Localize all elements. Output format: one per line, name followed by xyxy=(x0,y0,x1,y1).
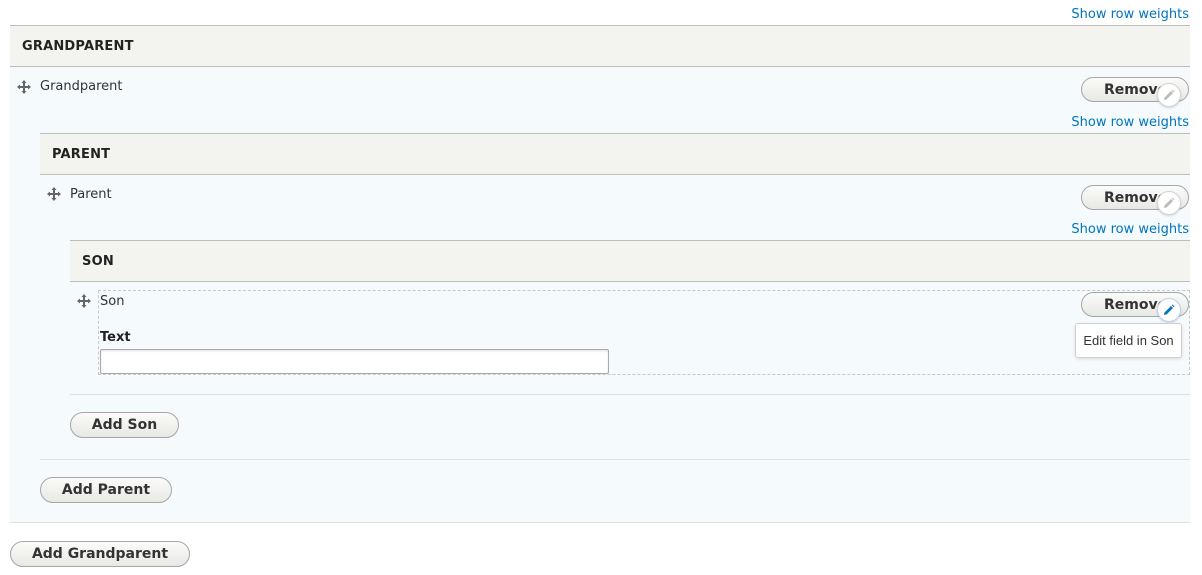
son-divider xyxy=(70,394,1190,395)
pencil-icon[interactable] xyxy=(1157,83,1181,107)
parent-divider xyxy=(40,459,1190,460)
parent-item-label: Parent xyxy=(70,187,112,202)
son-table-header: SON xyxy=(70,240,1190,282)
son-item-label: Son xyxy=(100,294,125,309)
drag-handle-icon[interactable] xyxy=(77,294,91,308)
son-header-label: SON xyxy=(82,254,114,269)
text-field-input[interactable] xyxy=(100,349,609,374)
pencil-icon[interactable] xyxy=(1157,191,1181,215)
add-son-button[interactable]: Add Son xyxy=(70,412,179,438)
edit-field-tooltip: Edit field in Son xyxy=(1075,323,1182,358)
show-row-weights-link-son[interactable]: Show row weights xyxy=(1071,222,1189,237)
add-parent-button[interactable]: Add Parent xyxy=(40,477,172,503)
grandparent-header-label: GRANDPARENT xyxy=(22,39,134,54)
parent-header-label: PARENT xyxy=(52,147,111,162)
add-grandparent-button[interactable]: Add Grandparent xyxy=(10,541,190,567)
grandparent-item-label: Grandparent xyxy=(40,79,123,94)
grandparent-table-header: GRANDPARENT xyxy=(10,25,1190,67)
show-row-weights-link-grandparent[interactable]: Show row weights xyxy=(1071,7,1189,22)
drag-handle-icon[interactable] xyxy=(47,187,61,201)
drag-handle-icon[interactable] xyxy=(17,80,31,94)
pencil-icon[interactable] xyxy=(1157,298,1181,322)
grandparent-divider xyxy=(10,522,1190,523)
text-field-label: Text xyxy=(100,330,131,345)
show-row-weights-link-parent[interactable]: Show row weights xyxy=(1071,115,1189,130)
parent-table-header: PARENT xyxy=(40,133,1190,175)
